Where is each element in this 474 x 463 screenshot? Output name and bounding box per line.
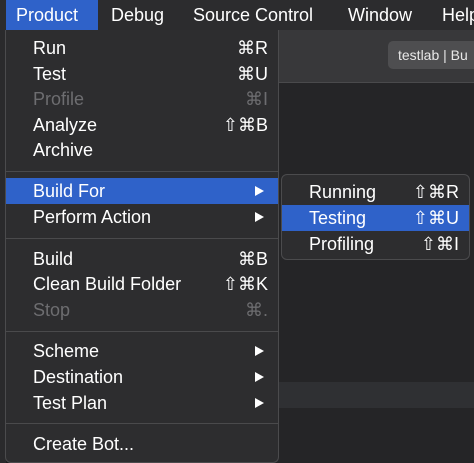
menu-item-profile: Profile ⌘I — [6, 86, 278, 112]
menubar-help[interactable]: Help — [442, 0, 474, 30]
menu-separator — [6, 423, 278, 424]
menu-item-label: Analyze — [33, 115, 98, 135]
menu-item-stop: Stop ⌘. — [6, 297, 278, 323]
menu-bar: Product Debug Source Control Window Help — [0, 0, 474, 30]
menu-item-shortcut: ⌘. — [244, 300, 268, 320]
menu-item-label: Build — [33, 249, 74, 269]
menu-separator — [6, 171, 278, 172]
menu-item-build-for[interactable]: Build For — [6, 178, 278, 204]
menu-item-shortcut: ⌘B — [237, 249, 268, 269]
menu-item-label: Stop — [33, 300, 71, 320]
menu-item-label: Run — [33, 38, 67, 58]
submenu-item-profiling[interactable]: Profiling ⇧⌘I — [282, 231, 469, 257]
submenu-arrow-icon — [255, 212, 264, 222]
menu-item-create-bot[interactable]: Create Bot... — [6, 431, 278, 457]
window-tab[interactable]: testlab | Bu — [388, 41, 474, 69]
menu-item-label: Clean Build Folder — [33, 274, 182, 294]
menu-item-test-plan[interactable]: Test Plan — [6, 390, 278, 416]
menu-item-test[interactable]: Test ⌘U — [6, 61, 278, 87]
menu-item-label: Test — [33, 64, 67, 84]
menu-item-destination[interactable]: Destination — [6, 364, 278, 390]
submenu-item-testing[interactable]: Testing ⇧⌘U — [282, 205, 469, 231]
menu-item-perform-action[interactable]: Perform Action — [6, 204, 278, 230]
menu-item-shortcut: ⇧⌘K — [222, 274, 268, 294]
menu-item-shortcut: ⌘R — [237, 38, 268, 58]
product-menu: Run ⌘R Test ⌘U Profile ⌘I Analyze ⇧⌘B Ar… — [5, 30, 279, 463]
menubar-product[interactable]: Product — [6, 0, 98, 30]
build-for-submenu: Running ⇧⌘R Testing ⇧⌘U Profiling ⇧⌘I — [281, 174, 470, 260]
menubar-debug[interactable]: Debug — [111, 0, 164, 30]
menu-item-archive[interactable]: Archive — [6, 137, 278, 163]
submenu-arrow-icon — [255, 372, 264, 382]
menu-item-shortcut: ⇧⌘R — [412, 182, 459, 202]
menu-item-shortcut: ⇧⌘B — [222, 115, 268, 135]
screen: Product Debug Source Control Window Help… — [0, 0, 474, 463]
menu-item-label: Perform Action — [33, 207, 152, 227]
menubar-source-control[interactable]: Source Control — [193, 0, 313, 30]
menu-item-shortcut: ⇧⌘U — [412, 208, 459, 228]
menu-item-run[interactable]: Run ⌘R — [6, 35, 278, 61]
menu-item-label: Destination — [33, 367, 124, 387]
menu-item-label: Testing — [309, 208, 367, 228]
menu-separator — [6, 331, 278, 332]
menu-item-shortcut: ⌘U — [237, 64, 268, 84]
menu-item-scheme[interactable]: Scheme — [6, 338, 278, 364]
menu-item-shortcut: ⌘I — [244, 89, 268, 109]
menu-item-build[interactable]: Build ⌘B — [6, 246, 278, 272]
submenu-item-running[interactable]: Running ⇧⌘R — [282, 179, 469, 205]
menu-item-label: Build For — [33, 181, 106, 201]
submenu-arrow-icon — [255, 346, 264, 356]
submenu-arrow-icon — [255, 398, 264, 408]
submenu-arrow-icon — [255, 186, 264, 196]
menu-item-clean-build-folder[interactable]: Clean Build Folder ⇧⌘K — [6, 271, 278, 297]
window-toolbar: testlab | Bu — [270, 30, 474, 83]
menu-item-label: Running — [309, 182, 377, 202]
menu-item-label: Profiling — [309, 234, 375, 254]
menu-item-label: Profile — [33, 89, 85, 109]
menu-item-analyze[interactable]: Analyze ⇧⌘B — [6, 112, 278, 138]
menubar-window[interactable]: Window — [348, 0, 412, 30]
menu-item-label: Archive — [33, 140, 94, 160]
menu-separator — [6, 238, 278, 239]
menu-item-label: Create Bot... — [33, 434, 135, 454]
editor-highlighted-line — [270, 382, 474, 408]
menu-item-label: Test Plan — [33, 393, 108, 413]
menu-item-label: Scheme — [33, 341, 100, 361]
menu-item-shortcut: ⇧⌘I — [420, 234, 459, 254]
